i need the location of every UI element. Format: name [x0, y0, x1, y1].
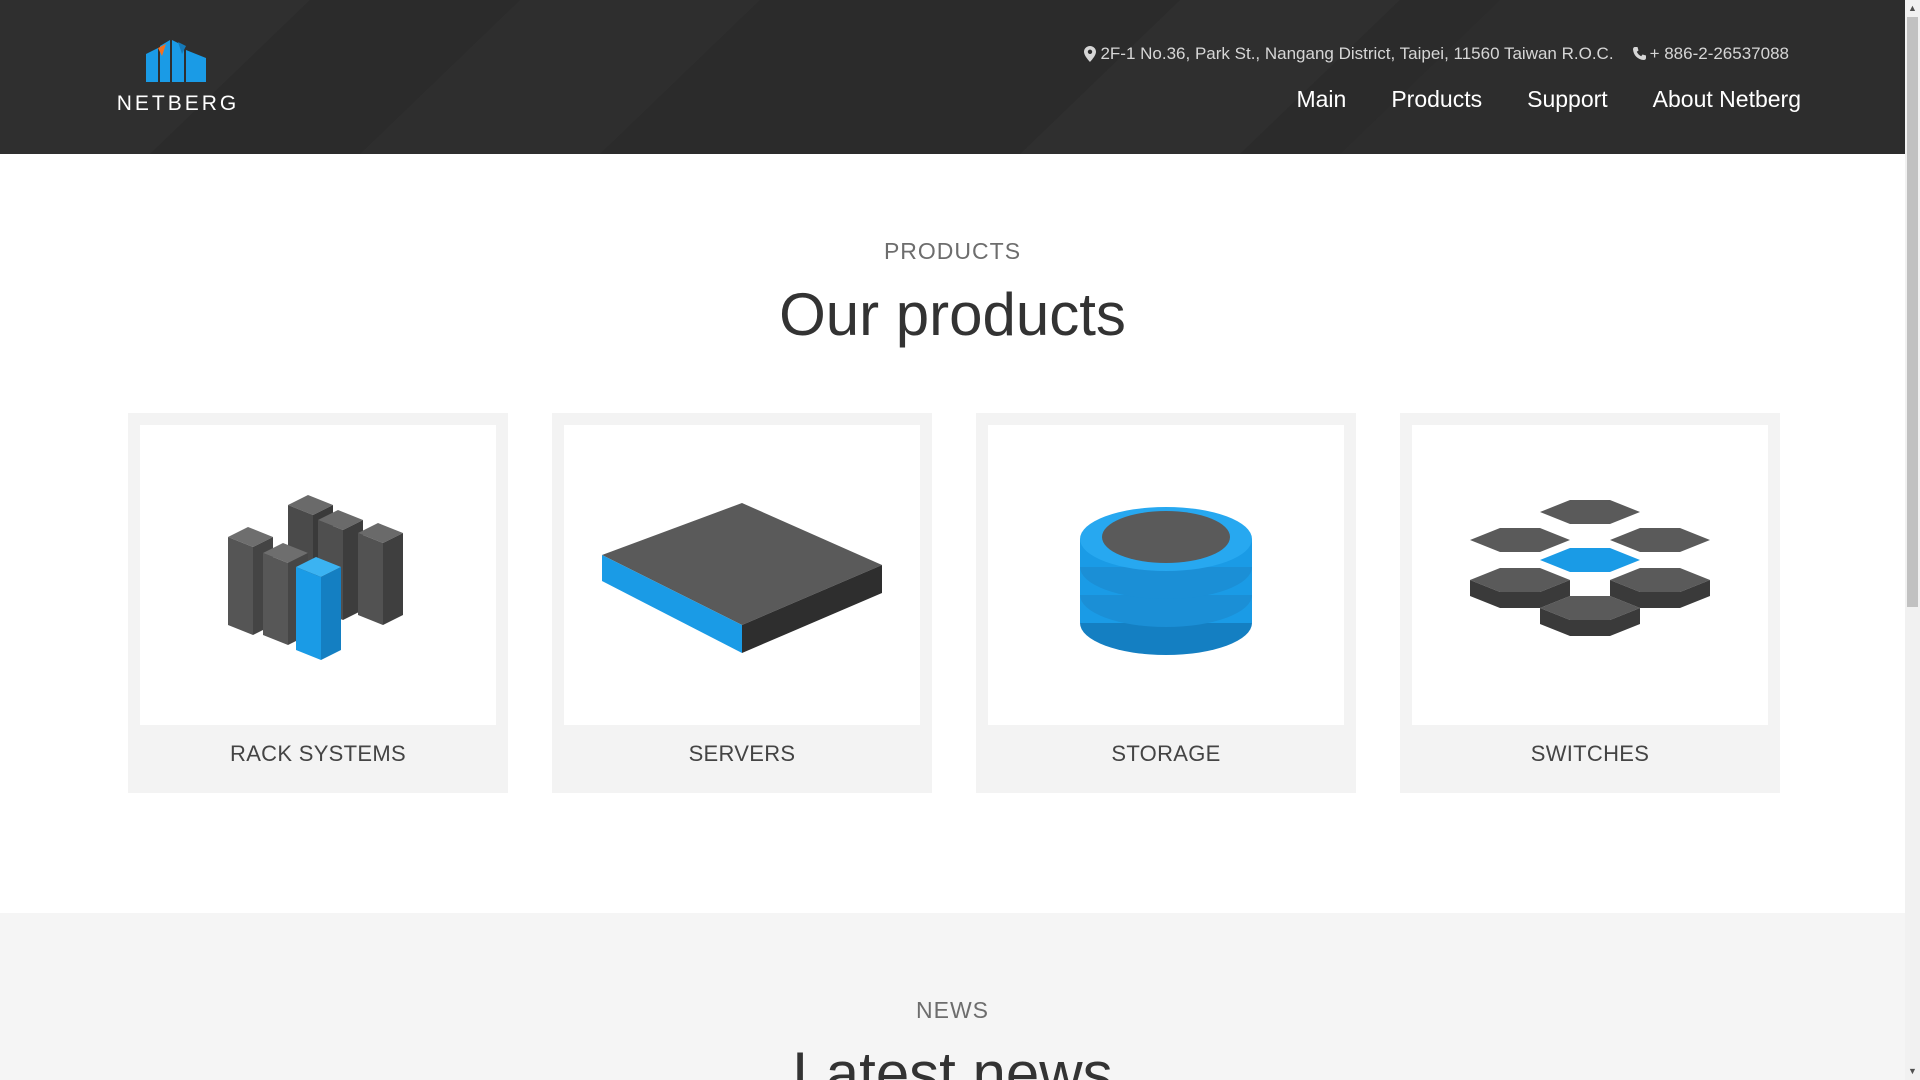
phone-icon	[1632, 47, 1646, 60]
product-card-storage[interactable]: STORAGE	[976, 413, 1356, 793]
site-header: NETBERG 2F-1 No.36, Park St., Nangang Di…	[0, 0, 1905, 154]
header-background-pattern	[0, 0, 1905, 154]
rack-systems-icon	[228, 495, 403, 660]
product-label: RACK SYSTEMS	[230, 741, 406, 766]
page-scrollbar[interactable]: ▲ ▼	[1905, 0, 1920, 1080]
product-card-switches[interactable]: SWITCHES	[1400, 413, 1780, 793]
products-kicker: PRODUCTS	[883, 238, 1022, 264]
nav-main[interactable]: Main	[1296, 86, 1346, 113]
product-thumb	[988, 425, 1344, 725]
product-cards: RACK SYSTEMS SERVERS STORAGE SWITCHES	[128, 413, 1780, 793]
product-thumb	[1412, 425, 1768, 725]
news-kicker: NEWS	[916, 997, 989, 1023]
news-title: Latest news	[792, 1040, 1113, 1080]
product-card-rack-systems[interactable]: RACK SYSTEMS	[128, 413, 508, 793]
product-label: SERVERS	[688, 741, 796, 766]
netberg-logo[interactable]: NETBERG	[108, 34, 248, 115]
address: 2F-1 No.36, Park St., Nangang District, …	[1084, 44, 1614, 64]
products-title: Our products	[779, 281, 1126, 348]
scrollbar-thumb[interactable]	[1907, 17, 1918, 607]
product-card-servers[interactable]: SERVERS	[552, 413, 932, 793]
netberg-logo-icon	[146, 40, 206, 82]
contact-info: 2F-1 No.36, Park St., Nangang District, …	[1084, 42, 1789, 66]
nav-about-netberg[interactable]: About Netberg	[1653, 86, 1801, 113]
main-nav: Main Products Support About Netberg	[1296, 86, 1801, 113]
servers-icon	[602, 503, 882, 653]
product-thumb	[140, 425, 496, 725]
scroll-up-arrow-icon[interactable]: ▲	[1905, 0, 1920, 17]
nav-support[interactable]: Support	[1527, 86, 1608, 113]
news-section: NEWS Latest news	[0, 913, 1905, 1080]
product-label: STORAGE	[1111, 741, 1221, 766]
storage-icon	[1080, 507, 1252, 655]
phone[interactable]: + 886-2-26537088	[1632, 44, 1789, 64]
nav-products[interactable]: Products	[1391, 86, 1482, 113]
logo-wordmark: NETBERG	[116, 92, 240, 115]
product-thumb	[564, 425, 920, 725]
product-label: SWITCHES	[1530, 741, 1650, 766]
phone-text: + 886-2-26537088	[1649, 44, 1789, 63]
address-text: 2F-1 No.36, Park St., Nangang District, …	[1100, 44, 1614, 63]
map-marker-icon	[1084, 46, 1097, 62]
switches-icon	[1470, 500, 1710, 636]
scroll-down-arrow-icon[interactable]: ▼	[1905, 1063, 1920, 1080]
